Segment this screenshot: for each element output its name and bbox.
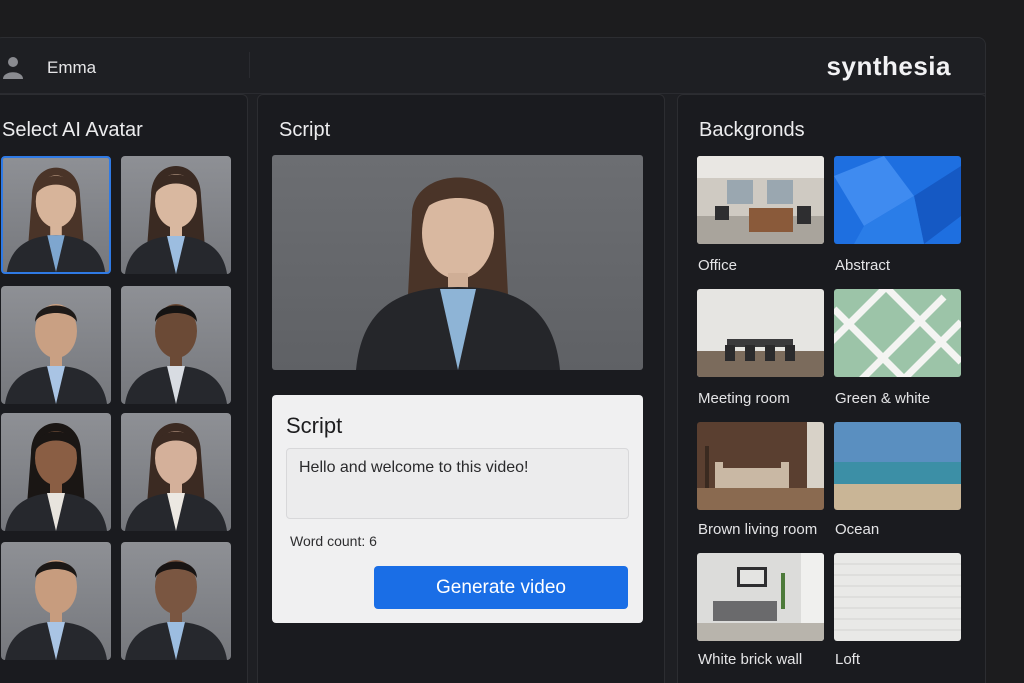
avatar-preview-image <box>356 177 560 370</box>
background-thumbnail <box>834 553 961 641</box>
avatar-image <box>5 304 107 404</box>
background-option[interactable] <box>834 422 961 510</box>
background-thumbnail <box>834 289 961 377</box>
background-label: Office <box>698 257 737 274</box>
background-thumbnail <box>697 289 824 377</box>
avatar-option[interactable] <box>1 542 111 660</box>
avatar-image <box>5 423 107 531</box>
background-option[interactable] <box>697 553 824 641</box>
background-label: Abstract <box>835 257 891 274</box>
avatar-image <box>125 423 227 531</box>
avatar-option[interactable] <box>121 156 231 274</box>
background-label: Ocean <box>835 521 880 538</box>
avatar-option[interactable] <box>121 542 231 660</box>
word-count: Word count: 6 <box>290 533 377 549</box>
script-card-title: Script <box>286 413 343 438</box>
backgrounds-panel-title: Backgronds <box>699 119 805 141</box>
avatar-image <box>6 167 106 272</box>
avatar-panel-title: Select AI Avatar <box>2 119 143 141</box>
user-icon[interactable] <box>3 55 23 79</box>
avatar-preview <box>272 155 643 370</box>
background-thumbnail <box>697 422 824 510</box>
background-label: Green & white <box>835 390 931 407</box>
background-option[interactable] <box>834 289 961 377</box>
background-label: Loft <box>835 651 861 668</box>
avatar-image <box>125 560 227 660</box>
background-label: Meeting room <box>698 390 790 407</box>
divider <box>249 52 250 78</box>
script-panel: Script Script Hello and welcome to this … <box>257 94 665 683</box>
background-option[interactable] <box>697 156 824 244</box>
background-thumbnail <box>697 156 824 244</box>
avatar-option[interactable] <box>1 286 111 404</box>
avatar-image <box>125 304 227 404</box>
generate-video-button[interactable]: Generate video <box>374 566 628 609</box>
brand-logo: synthesia <box>826 51 951 81</box>
background-label: Brown living room <box>698 521 818 538</box>
top-bar: Emma synthesia <box>0 38 985 94</box>
avatar-image <box>5 560 107 660</box>
script-card: Script Hello and welcome to this video! … <box>272 395 643 623</box>
avatar-option[interactable] <box>1 413 111 531</box>
background-option[interactable] <box>697 422 824 510</box>
script-panel-title: Script <box>279 119 331 141</box>
script-input[interactable]: Hello and welcome to this video! <box>286 448 629 519</box>
avatar-option[interactable] <box>121 286 231 404</box>
avatar-option[interactable] <box>1 156 111 274</box>
background-label: White brick wall <box>698 651 803 668</box>
background-option[interactable] <box>697 289 824 377</box>
background-option[interactable] <box>834 553 961 641</box>
background-option[interactable] <box>834 156 961 244</box>
user-name[interactable]: Emma <box>47 58 96 78</box>
avatar-image <box>125 166 227 274</box>
background-thumbnail <box>834 422 961 510</box>
background-thumbnail <box>834 156 961 244</box>
avatar-option[interactable] <box>121 413 231 531</box>
background-thumbnail <box>697 553 824 641</box>
